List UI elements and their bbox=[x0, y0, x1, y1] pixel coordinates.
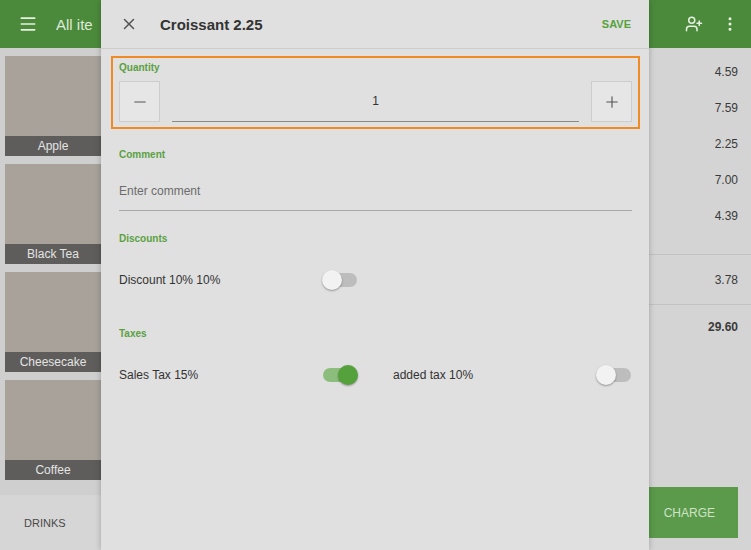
quantity-input[interactable]: 1 bbox=[172, 81, 579, 122]
quantity-label: Quantity bbox=[119, 62, 632, 73]
item-tile[interactable]: Apple bbox=[5, 56, 101, 156]
toggle-switch[interactable] bbox=[322, 269, 358, 291]
tax-label: Sales Tax 15% bbox=[119, 368, 198, 382]
tax-toggle-row[interactable]: Sales Tax 15% bbox=[119, 363, 358, 387]
comment-input[interactable]: Enter comment bbox=[119, 184, 632, 211]
minus-icon bbox=[131, 93, 149, 111]
item-tile[interactable]: Coffee bbox=[5, 380, 101, 480]
ticket-panel: 4.597.592.257.004.393.7829.60CHARGE bbox=[649, 48, 751, 550]
switch-thumb bbox=[322, 270, 342, 290]
toggle-switch[interactable] bbox=[596, 364, 632, 386]
item-tile[interactable]: Black Tea bbox=[5, 164, 101, 264]
item-label: Coffee bbox=[5, 460, 101, 480]
ticket-line-price[interactable]: 2.25 bbox=[649, 126, 751, 162]
dialog-title: Croissant 2.25 bbox=[160, 16, 602, 33]
discount-label: Discount 10% 10% bbox=[119, 273, 220, 287]
quantity-box: Quantity 1 bbox=[111, 56, 640, 129]
taxes-label: Taxes bbox=[119, 328, 632, 339]
menu-icon[interactable] bbox=[18, 14, 38, 34]
item-label: Black Tea bbox=[5, 244, 101, 264]
item-tile[interactable]: Cheesecake bbox=[5, 272, 101, 372]
item-label: Apple bbox=[5, 136, 101, 156]
dialog-header: Croissant 2.25SAVE bbox=[101, 0, 649, 49]
add-customer-icon[interactable] bbox=[685, 15, 703, 33]
ticket-line-price[interactable]: 7.00 bbox=[649, 162, 751, 198]
toggle-switch[interactable] bbox=[322, 364, 358, 386]
tax-label: added tax 10% bbox=[393, 368, 473, 382]
total-amount: 29.60 bbox=[649, 304, 751, 348]
item-dialog: Croissant 2.25SAVE Quantity 1 Comment Enter … bbox=[101, 0, 649, 550]
category-tab[interactable]: DRINKS bbox=[0, 495, 101, 550]
item-grid: Apple Black Tea Cheesecake Coffee DRINKS bbox=[0, 48, 101, 550]
pos-screen: All ite Apple Black Tea Cheesecake Coffee DRI… bbox=[0, 0, 751, 550]
close-icon[interactable] bbox=[120, 15, 138, 33]
comment-label: Comment bbox=[119, 129, 632, 160]
save-button[interactable]: SAVE bbox=[602, 14, 631, 34]
switch-thumb bbox=[596, 365, 616, 385]
ticket-line-price[interactable]: 4.39 bbox=[649, 198, 751, 234]
tax-amount: 3.78 bbox=[649, 254, 751, 304]
ticket-line-price[interactable]: 7.59 bbox=[649, 90, 751, 126]
ticket-line-price[interactable]: 4.59 bbox=[649, 54, 751, 90]
tax-toggle-row[interactable]: added tax 10% bbox=[393, 363, 632, 387]
plus-icon bbox=[603, 93, 621, 111]
increment-button[interactable] bbox=[591, 81, 632, 122]
more-icon[interactable] bbox=[721, 15, 739, 33]
top-bar-title[interactable]: All ite bbox=[56, 16, 93, 33]
switch-thumb bbox=[338, 365, 358, 385]
discount-toggle-row[interactable]: Discount 10% 10% bbox=[119, 268, 358, 292]
discounts-label: Discounts bbox=[119, 211, 632, 244]
decrement-button[interactable] bbox=[119, 81, 160, 122]
item-label: Cheesecake bbox=[5, 352, 101, 372]
